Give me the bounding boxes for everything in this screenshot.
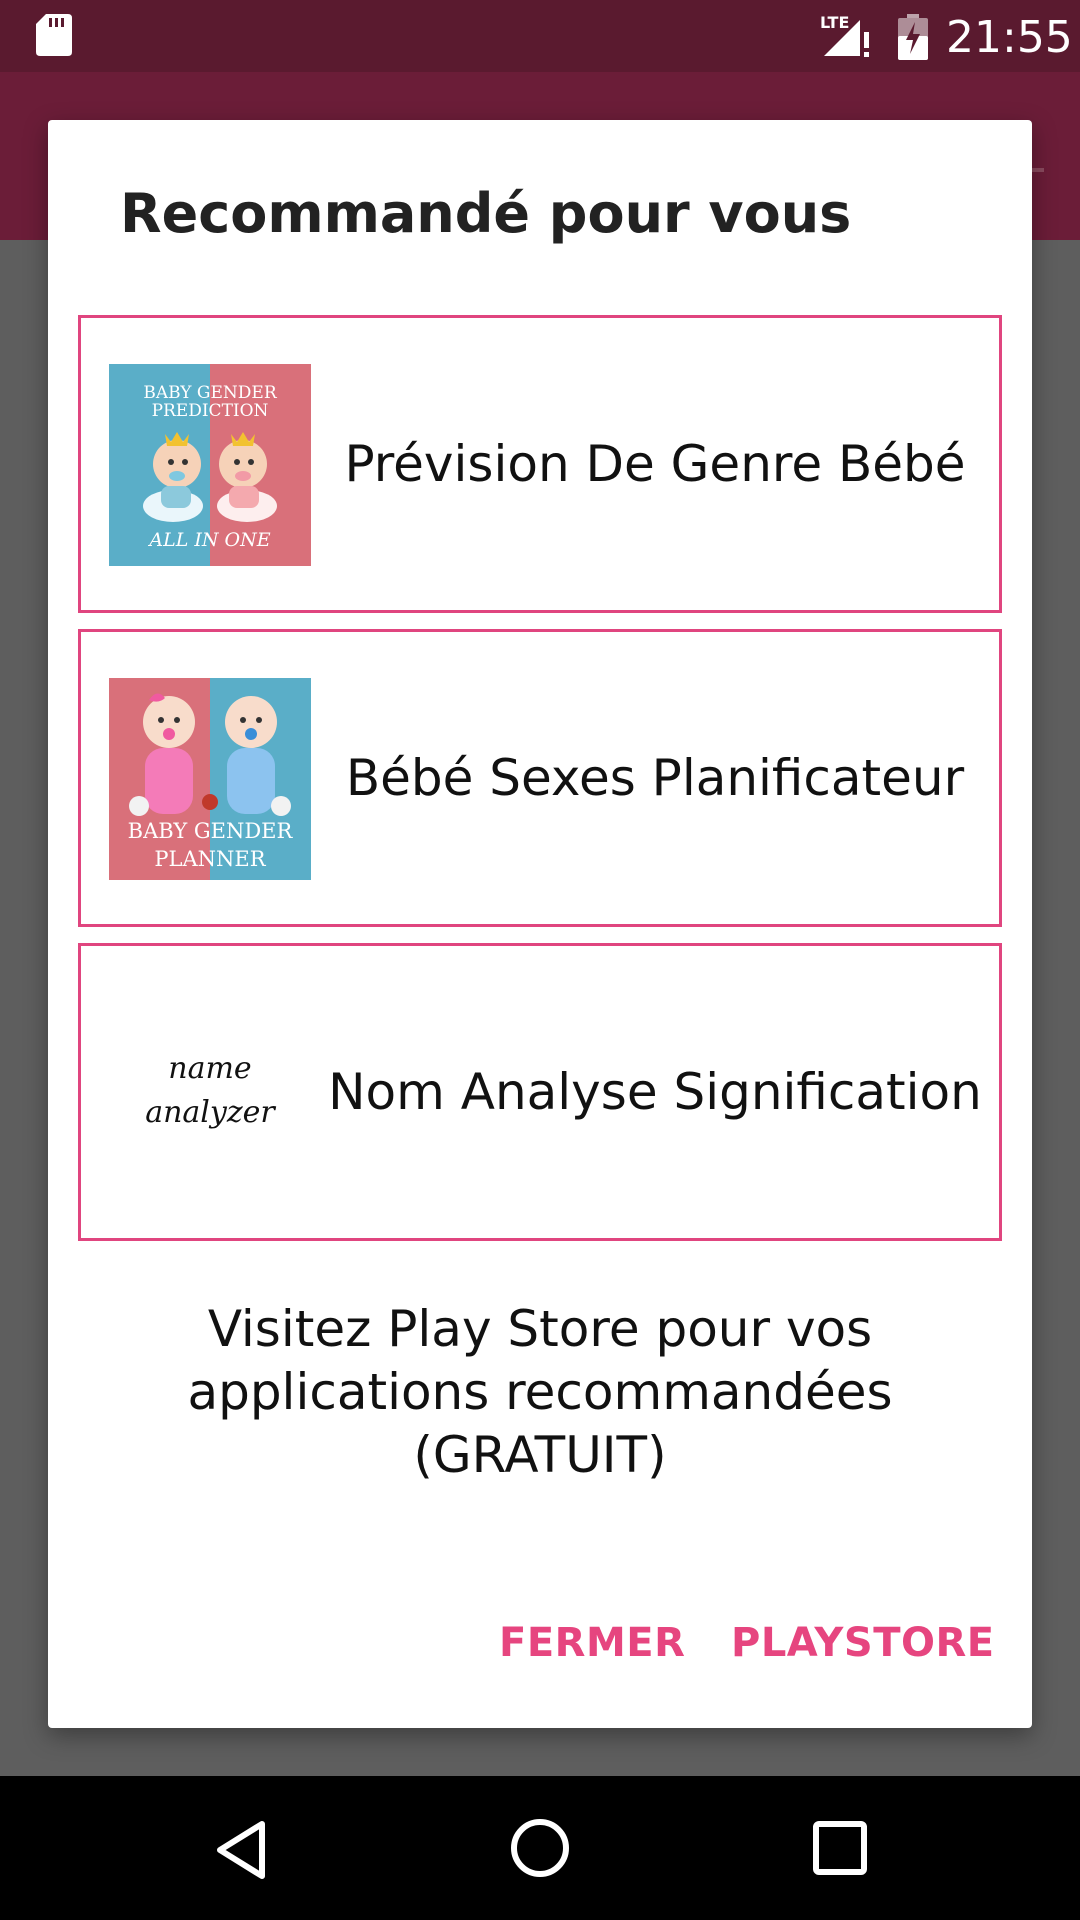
baby-gender-planner-icon: BABY GENDER PLANNER: [109, 678, 311, 880]
svg-text:ALL IN ONE: ALL IN ONE: [147, 529, 270, 551]
name-analyzer-icon: name analyzer: [109, 992, 311, 1194]
svg-text:BABY GENDER: BABY GENDER: [128, 819, 294, 843]
svg-text:PLANNER: PLANNER: [154, 847, 266, 871]
status-bar: LTE 21:55: [0, 0, 1080, 72]
back-icon[interactable]: [212, 1818, 272, 1882]
sd-card-icon: [36, 14, 72, 56]
status-clock: 21:55: [946, 12, 1073, 63]
playstore-message: Visitez Play Store pour vos applications…: [187, 1300, 893, 1484]
svg-text:analyzer: analyzer: [145, 1095, 276, 1130]
close-button[interactable]: FERMER: [499, 1620, 685, 1666]
svg-text:PREDICTION: PREDICTION: [152, 401, 269, 421]
dialog-title: Recommandé pour vous: [120, 182, 852, 245]
svg-text:BABY GENDER: BABY GENDER: [143, 383, 277, 403]
battery-charging-icon: [898, 14, 928, 60]
home-icon[interactable]: [510, 1818, 570, 1878]
app-card-gender-prediction[interactable]: BABY GENDER PREDICTION ALL IN ONE Prévis…: [78, 315, 1002, 613]
recommendation-dialog: Recommandé pour vous BABY GENDER PREDICT…: [48, 120, 1032, 1728]
app-name: Bébé Sexes Planificateur: [345, 749, 965, 807]
baby-gender-prediction-icon: BABY GENDER PREDICTION ALL IN ONE: [109, 364, 311, 566]
app-name: Nom Analyse Signification: [328, 1063, 982, 1121]
svg-text:name: name: [168, 1051, 251, 1086]
lte-signal-icon: LTE: [820, 13, 869, 57]
app-name: Prévision De Genre Bébé: [344, 435, 966, 493]
app-card-name-analyzer[interactable]: name analyzer Nom Analyse Signification: [78, 943, 1002, 1241]
navigation-bar: [0, 1776, 1080, 1920]
app-card-gender-planner[interactable]: BABY GENDER PLANNER Bébé Sexes Planifica…: [78, 629, 1002, 927]
playstore-button[interactable]: PLAYSTORE: [731, 1620, 995, 1666]
recents-icon[interactable]: [812, 1820, 868, 1876]
network-label: LTE: [820, 13, 849, 32]
